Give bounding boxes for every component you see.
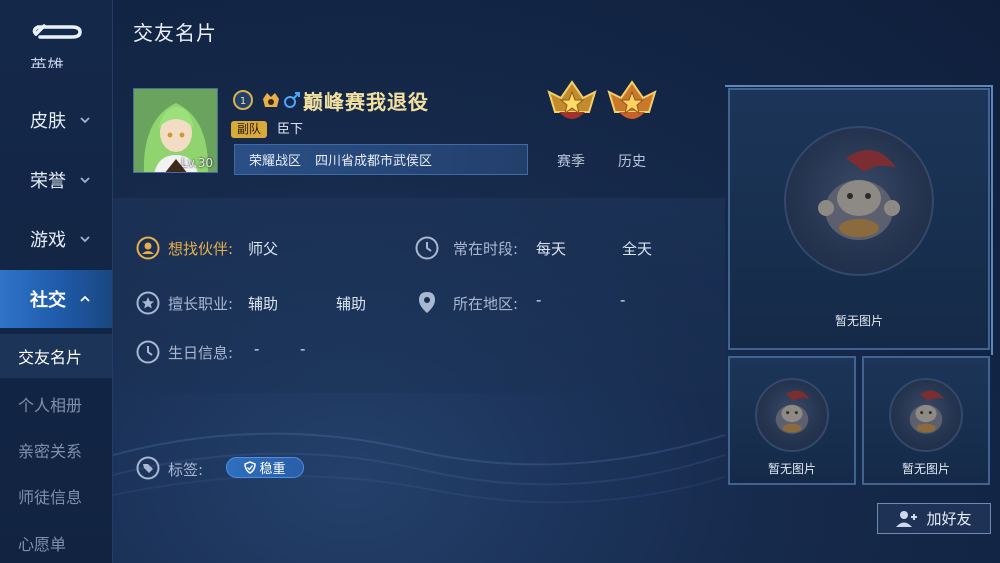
sidebar-item-label: 皮肤 bbox=[30, 111, 66, 132]
chevron-down-icon bbox=[80, 236, 90, 243]
shield-icon bbox=[244, 461, 257, 474]
tag-label: 稳重 bbox=[259, 462, 286, 477]
birthday-label: 生日信息: bbox=[168, 344, 234, 362]
region-value-1: - bbox=[536, 291, 542, 309]
chevron-up-icon bbox=[80, 295, 90, 302]
zone-label: 荣耀战区 bbox=[249, 154, 302, 169]
sidebar-item-social[interactable]: 社交 bbox=[0, 270, 112, 328]
placeholder-mascot-icon bbox=[784, 126, 934, 276]
sidebar-item-label: 游戏 bbox=[30, 230, 66, 251]
season-medal-icon[interactable] bbox=[545, 78, 599, 128]
add-friend-button[interactable]: 加好友 bbox=[877, 503, 991, 534]
role-label: 擅长职业: bbox=[168, 295, 234, 313]
sidebar: 英雄 皮肤 荣誉 游戏 社交 交友名片 个人相册 亲密关系 师徒信息 心愿单 bbox=[0, 0, 113, 563]
rank-tag: 副队 bbox=[231, 121, 268, 138]
vip-crown-icon[interactable] bbox=[261, 89, 281, 111]
photo-slot-main[interactable]: 暂无图片 bbox=[728, 88, 990, 350]
chevron-down-icon bbox=[80, 177, 90, 184]
placeholder-mascot-icon bbox=[755, 378, 829, 452]
chevron-down-icon bbox=[80, 117, 90, 124]
background-wave-decoration bbox=[113, 432, 725, 504]
star-role-icon bbox=[136, 291, 160, 315]
sidebar-item-skins[interactable]: 皮肤 bbox=[0, 91, 112, 149]
photo-empty-caption: 暂无图片 bbox=[767, 462, 816, 476]
photo-empty-caption: 暂无图片 bbox=[834, 314, 883, 328]
clock-icon bbox=[415, 236, 439, 260]
region-label: 所在地区: bbox=[453, 295, 519, 313]
location-label: 四川省成都市武侯区 bbox=[315, 154, 433, 169]
partner-value: 师父 bbox=[248, 240, 279, 258]
rank-subtitle: 臣下 bbox=[277, 122, 304, 137]
tags-label: 标签: bbox=[168, 461, 204, 479]
sidebar-subitem-album[interactable]: 个人相册 bbox=[0, 382, 112, 426]
photo-slot-2[interactable]: 暂无图片 bbox=[728, 356, 856, 485]
season-tab[interactable]: 赛季 bbox=[557, 151, 585, 171]
photo-slot-3[interactable]: 暂无图片 bbox=[862, 356, 990, 485]
placeholder-mascot-icon bbox=[889, 378, 963, 452]
sidebar-item-honor[interactable]: 荣誉 bbox=[0, 151, 112, 209]
avatar[interactable]: Lv.30 bbox=[133, 88, 218, 173]
partner-icon bbox=[136, 236, 160, 260]
svg-text:1: 1 bbox=[240, 96, 246, 107]
role-value-2: 辅助 bbox=[336, 295, 367, 313]
sidebar-subitem-mentorship[interactable]: 师徒信息 bbox=[0, 474, 112, 518]
location-pin-icon bbox=[419, 292, 435, 313]
partner-label: 想找伙伴: bbox=[168, 240, 234, 258]
sidebar-subitem-friend-card[interactable]: 交友名片 bbox=[0, 334, 112, 378]
tag-steady[interactable]: 稳重 bbox=[226, 457, 304, 478]
online-time-value: 全天 bbox=[622, 240, 653, 258]
sidebar-subitem-relations[interactable]: 亲密关系 bbox=[0, 428, 112, 472]
page-title: 交友名片 bbox=[133, 21, 217, 45]
birthday-value-2: - bbox=[300, 340, 306, 358]
sidebar-item-label: 荣誉 bbox=[30, 171, 66, 192]
add-friend-label: 加好友 bbox=[926, 510, 972, 528]
back-icon[interactable] bbox=[30, 14, 84, 44]
sidebar-item-hero[interactable]: 英雄 bbox=[30, 52, 64, 68]
online-day-value: 每天 bbox=[536, 240, 567, 258]
rank-number-badge-icon[interactable]: 1 bbox=[232, 89, 254, 111]
birthday-value-1: - bbox=[254, 340, 260, 358]
sidebar-item-label: 社交 bbox=[30, 290, 66, 311]
level-label: Lv.30 bbox=[181, 156, 213, 170]
zone-bar: 荣耀战区 四川省成都市武侯区 bbox=[234, 144, 528, 175]
history-tab[interactable]: 历史 bbox=[618, 151, 646, 171]
sidebar-item-game[interactable]: 游戏 bbox=[0, 210, 112, 268]
clock-icon bbox=[136, 340, 160, 364]
role-value-1: 辅助 bbox=[248, 295, 279, 313]
sidebar-subitem-wishlist[interactable]: 心愿单 bbox=[0, 521, 112, 563]
history-medal-icon[interactable] bbox=[605, 78, 659, 128]
region-value-2: - bbox=[620, 291, 626, 309]
online-time-label: 常在时段: bbox=[453, 240, 519, 258]
male-gender-icon bbox=[284, 92, 300, 108]
photo-empty-caption: 暂无图片 bbox=[901, 462, 950, 476]
tag-icon bbox=[136, 456, 160, 480]
player-name: 巅峰赛我退役 bbox=[303, 90, 429, 114]
add-user-icon bbox=[896, 510, 918, 527]
